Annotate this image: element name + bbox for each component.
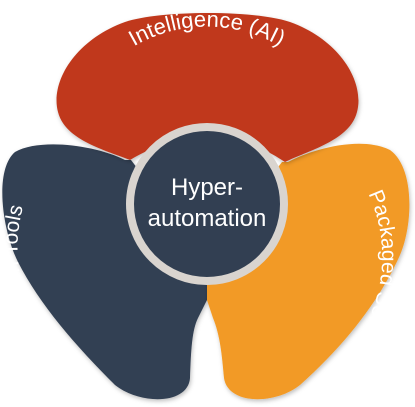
diagram-canvas: Intelligence (AI) Packaged Software Auto…	[0, 7, 410, 400]
center-circle	[126, 123, 288, 285]
center-label-line2: automation	[148, 205, 267, 232]
center-label-line1: Hyper-	[171, 174, 243, 201]
hyperautomation-diagram: Intelligence (AI) Packaged Software Auto…	[0, 0, 415, 407]
